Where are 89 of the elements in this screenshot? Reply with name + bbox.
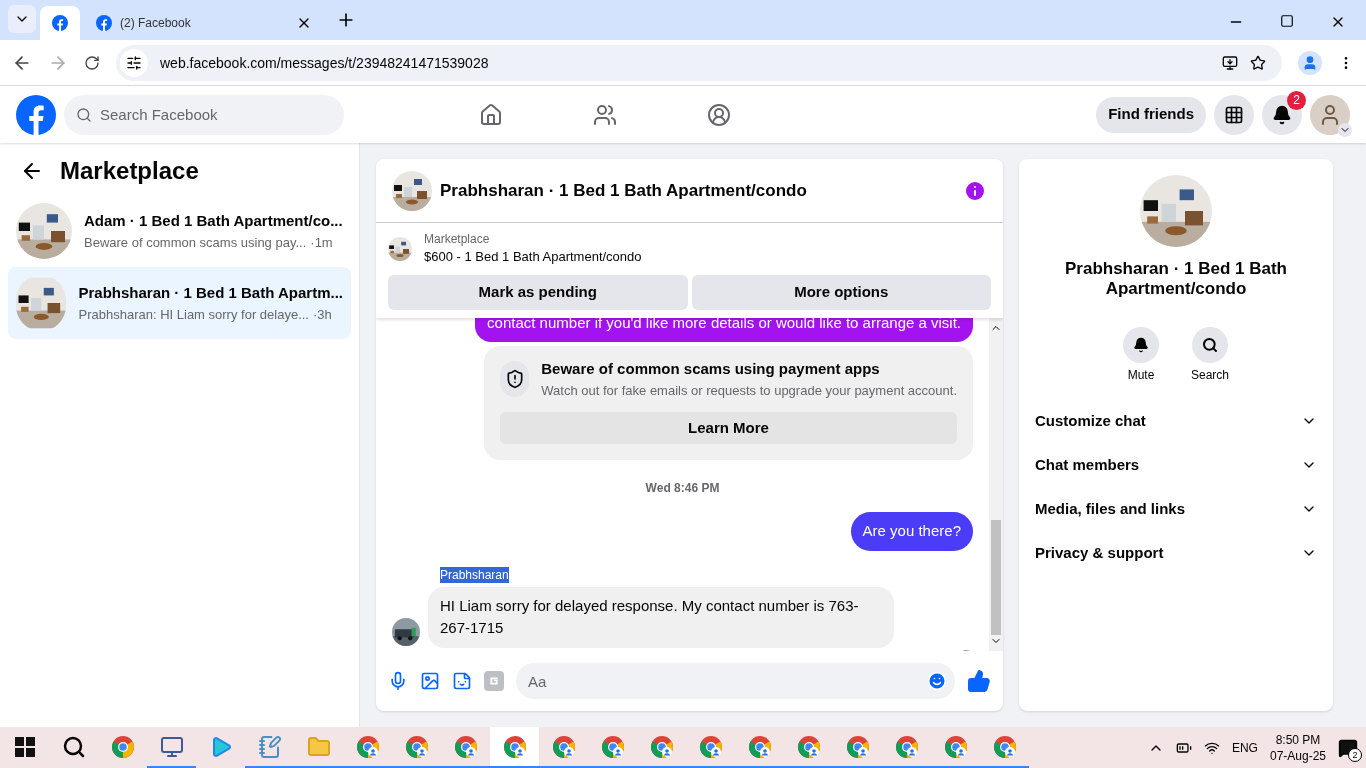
folder-icon xyxy=(306,734,331,759)
sender-name: Prabhsharan xyxy=(440,566,509,583)
restore-icon[interactable] xyxy=(1280,14,1294,28)
monitor-icon xyxy=(159,734,184,759)
install-icon[interactable] xyxy=(1222,54,1238,71)
bell-icon xyxy=(1133,337,1149,353)
site-info-icon[interactable] xyxy=(126,54,142,71)
chat-time: ·3h xyxy=(313,305,332,324)
listing-title: $600 - 1 Bed 1 Bath Apartment/condo xyxy=(424,248,642,266)
chrome-icon xyxy=(355,734,380,759)
warning-text: Watch out for fake emails or requests to upgrade your payment account. xyxy=(541,381,957,400)
language-indicator[interactable]: ENG xyxy=(1231,739,1258,756)
scrollbar-thumb[interactable] xyxy=(991,520,1001,635)
sidebar-title: Marketplace xyxy=(60,156,199,186)
facebook-logo[interactable] xyxy=(16,94,56,135)
reload-icon[interactable] xyxy=(84,54,100,71)
profile-icon[interactable] xyxy=(1302,54,1318,71)
details-section[interactable]: Customize chat xyxy=(1035,399,1317,443)
chat-list-item[interactable]: Prabhsharan · 1 Bed 1 Bath Apartm... Prabhsharan: HI Liam sorry for delaye... ·3h xyxy=(8,267,351,339)
thumbs-up-icon[interactable] xyxy=(967,669,991,693)
outgoing-message: Are you there? xyxy=(850,512,973,551)
action-label: Search xyxy=(1191,367,1229,383)
address-bar[interactable]: web.facebook.com/messages/t/23948241471539028 xyxy=(116,44,1282,81)
chrome-icon xyxy=(845,734,870,759)
chat-title: Prabhsharan · 1 Bed 1 Bath Apartment/condo xyxy=(440,179,808,202)
sticker-icon[interactable] xyxy=(452,671,472,691)
incoming-message: HI Liam sorry for delayed response. My contact number is 763-267-1715 xyxy=(428,586,894,648)
section-label: Media, files and links xyxy=(1035,498,1186,519)
action-button[interactable] xyxy=(1192,327,1228,363)
chrome-icon xyxy=(698,734,723,759)
chrome-icon xyxy=(747,734,772,759)
facebook-logo[interactable] xyxy=(52,15,68,31)
search-field[interactable]: Search Facebook xyxy=(64,94,344,135)
chrome-icon xyxy=(502,734,527,759)
section-label: Chat members xyxy=(1035,454,1140,475)
details-section[interactable]: Chat members xyxy=(1035,443,1317,487)
action-button[interactable] xyxy=(1123,327,1159,363)
chrome-icon xyxy=(649,734,674,759)
clock-date[interactable]: 07-Aug-25 xyxy=(1269,747,1326,764)
chat-preview: Prabhsharan: HI Liam sorry for delaye... xyxy=(78,305,309,324)
learn-more-button[interactable]: Learn More xyxy=(500,412,957,444)
chrome-icon xyxy=(110,734,135,759)
chrome-icon xyxy=(894,734,919,759)
chat-name: Adam · 1 Bed 1 Bath Apartment/co... xyxy=(84,211,343,231)
timestamp: Wed 8:46 PM xyxy=(645,480,720,496)
clock-time[interactable]: 8:50 PM xyxy=(1275,731,1321,748)
action-label: Mute xyxy=(1127,367,1155,383)
search-icon xyxy=(76,106,92,123)
home-icon[interactable] xyxy=(479,102,504,127)
outgoing-message: contact number if you'd like more details or would like to arrange a visit. xyxy=(475,317,973,342)
url-text: web.facebook.com/messages/t/23948241471539028 xyxy=(160,53,490,73)
find-friends-button[interactable]: Find friends xyxy=(1096,96,1206,133)
chat-time: ·1m xyxy=(310,233,333,252)
details-section[interactable]: Privacy & support xyxy=(1035,531,1317,575)
bookmark-star-icon[interactable] xyxy=(1250,54,1266,71)
menu-grid-icon[interactable] xyxy=(1224,104,1244,125)
notifications-icon[interactable] xyxy=(1272,104,1292,125)
message-input[interactable]: Aa xyxy=(516,663,955,699)
notification-badge: 2 xyxy=(1287,90,1306,110)
tab-search-button[interactable] xyxy=(8,5,36,33)
microphone-icon[interactable] xyxy=(388,671,408,691)
pinned-tab[interactable] xyxy=(40,6,80,40)
warning-title: Beware of common scams using payment apps xyxy=(541,359,881,379)
section-label: Customize chat xyxy=(1035,410,1146,431)
chat-list-item[interactable]: Adam · 1 Bed 1 Bath Apartment/co... Beware of common scams using pay... ·1m xyxy=(8,195,351,267)
listing-source: Marketplace xyxy=(424,231,491,247)
photo-icon[interactable] xyxy=(420,671,440,691)
search-icon xyxy=(61,734,86,759)
friends-icon[interactable] xyxy=(593,102,618,127)
facebook-logo[interactable] xyxy=(96,15,112,31)
details-section[interactable]: Media, files and links xyxy=(1035,487,1317,531)
chrome-icon xyxy=(796,734,821,759)
notepad-icon xyxy=(257,734,282,759)
chrome-icon xyxy=(453,734,478,759)
chat-preview: Beware of common scams using pay... xyxy=(84,233,307,252)
chat-name: Prabhsharan · 1 Bed 1 Bath Apartm... xyxy=(78,283,343,303)
details-title: Prabhsharan · 1 Bed 1 Bath Apartment/condo xyxy=(1064,259,1288,299)
chrome-icon xyxy=(551,734,576,759)
tab-title: (2) Facebook xyxy=(120,15,192,31)
listing-action-button[interactable]: More options xyxy=(691,274,991,310)
chrome-icon xyxy=(943,734,968,759)
chrome-icon xyxy=(600,734,625,759)
chrome-icon xyxy=(404,734,429,759)
windows-start-icon xyxy=(14,736,35,757)
listing-action-button[interactable]: Mark as pending xyxy=(388,274,688,310)
chrome-icon xyxy=(992,734,1017,759)
groups-icon[interactable] xyxy=(707,102,732,127)
section-label: Privacy & support xyxy=(1035,542,1164,563)
search-icon xyxy=(1202,337,1218,353)
